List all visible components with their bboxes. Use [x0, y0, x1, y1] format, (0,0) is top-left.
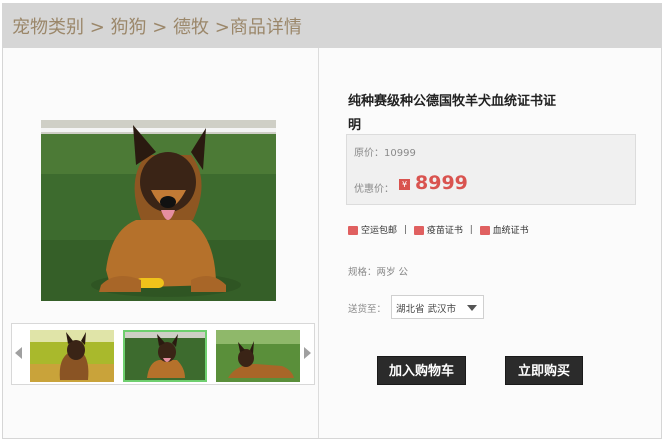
add-to-cart-button[interactable]: 加入购物车	[377, 356, 466, 385]
thumbnail-1[interactable]	[30, 330, 114, 382]
spec-info: 规格：两岁 公	[348, 267, 409, 278]
breadcrumb: 宠物类别 > 狗狗 > 德牧 >商品详情	[3, 4, 661, 48]
product-detail-page: 宠物类别 > 狗狗 > 德牧 >商品详情 纯种赛级种公德国牧羊犬血统证书证明 原…	[2, 3, 662, 439]
truck-icon	[348, 226, 358, 235]
feature-air-shipping: 空运包邮	[348, 223, 397, 236]
main-product-image	[41, 120, 276, 301]
ship-to-select[interactable]: 湖北省 武汉市	[391, 295, 484, 319]
yen-icon: ¥	[399, 179, 410, 190]
feature-pedigree-certificate: 血统证书	[479, 223, 529, 236]
sale-price: 8999	[415, 172, 468, 194]
thumbnail-prev-arrow-icon[interactable]	[15, 347, 22, 359]
feature-separator: |	[403, 224, 407, 235]
original-price: 原价：10999	[354, 148, 416, 159]
feature-label: 疫苗证书	[426, 226, 463, 236]
product-info-pane: 纯种赛级种公德国牧羊犬血统证书证明 原价：10999 优惠价： ¥ 8999 空…	[320, 48, 661, 438]
thumbnail-2-selected[interactable]	[123, 330, 207, 382]
feature-label: 血统证书	[492, 226, 529, 236]
thumbnail-3[interactable]	[216, 330, 300, 382]
vaccine-card-icon	[413, 226, 424, 235]
feature-separator: |	[469, 224, 473, 235]
ship-to-label: 送货至：	[348, 304, 387, 315]
thumbnail-strip	[11, 323, 315, 385]
gallery-pane	[3, 48, 319, 438]
price-box: 原价：10999 优惠价： ¥ 8999	[346, 134, 636, 205]
pedigree-certificate-icon	[479, 226, 490, 235]
thumbnail-next-arrow-icon[interactable]	[304, 347, 311, 359]
service-features: 空运包邮 | 疫苗证书 | 血统证书	[348, 223, 529, 237]
feature-label: 空运包邮	[361, 226, 398, 236]
chevron-down-icon	[467, 305, 477, 311]
buy-now-button[interactable]: 立即购买	[505, 356, 583, 385]
product-title: 纯种赛级种公德国牧羊犬血统证书证明	[348, 94, 557, 133]
breadcrumb-text[interactable]: 宠物类别 > 狗狗 > 德牧 >商品详情	[12, 13, 302, 39]
ship-to-value: 湖北省 武汉市	[396, 304, 457, 315]
feature-vaccine-certificate: 疫苗证书	[413, 223, 463, 236]
sale-price-label: 优惠价：	[354, 184, 394, 195]
